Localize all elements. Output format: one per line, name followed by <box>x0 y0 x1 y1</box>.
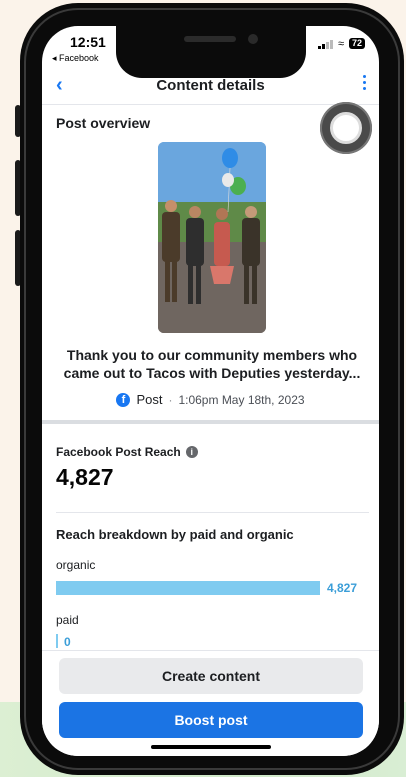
post-caption: Thank you to our community members who c… <box>63 347 361 381</box>
wifi-icon: ≈ <box>337 37 344 50</box>
reach-total: 4,827 <box>56 464 114 490</box>
boost-post-button[interactable]: Boost post <box>59 702 363 738</box>
signal-icon <box>317 39 333 49</box>
battery-icon: 72 <box>348 38 365 49</box>
post-overview-heading: Post overview <box>56 115 151 131</box>
screen-record-button[interactable] <box>320 102 372 154</box>
post-type-label: Post <box>136 392 163 407</box>
reach-heading: Facebook Post Reach i <box>56 445 198 459</box>
status-indicators: ≈ 72 <box>317 37 365 50</box>
front-camera <box>248 34 258 44</box>
speaker-grille <box>184 36 236 42</box>
reach-heading-label: Facebook Post Reach <box>56 445 181 459</box>
reach-divider <box>56 512 369 513</box>
back-to-app-link[interactable]: ◂ Facebook <box>52 53 99 64</box>
post-photo[interactable] <box>158 142 266 333</box>
post-photo-illustration <box>158 142 266 333</box>
organic-bar <box>56 581 320 595</box>
vertical-dots-icon[interactable] <box>361 75 367 90</box>
meta-separator: · <box>168 392 173 407</box>
breakdown-heading: Reach breakdown by paid and organic <box>56 527 294 542</box>
create-content-button[interactable]: Create content <box>59 658 363 694</box>
facebook-icon: f <box>116 392 131 407</box>
page-title: Content details <box>156 77 265 94</box>
paid-bar <box>56 634 58 648</box>
paid-value: 0 <box>64 635 71 649</box>
organic-value: 4,827 <box>327 581 358 595</box>
home-indicator[interactable] <box>151 745 271 749</box>
organic-bar-fill <box>56 581 320 595</box>
paid-label: paid <box>56 613 79 627</box>
organic-label: organic <box>56 558 96 572</box>
record-ring <box>330 112 362 144</box>
notch <box>116 26 306 78</box>
post-meta: f Post · 1:06pm May 18th, 2023 <box>42 392 379 407</box>
post-timestamp: 1:06pm May 18th, 2023 <box>178 392 305 407</box>
status-time: 12:51 <box>70 34 106 50</box>
phone-screen: 12:51 ◂ Facebook ≈ 72 ‹ Content details … <box>42 26 379 756</box>
section-divider <box>42 420 379 424</box>
info-icon[interactable]: i <box>185 446 198 458</box>
